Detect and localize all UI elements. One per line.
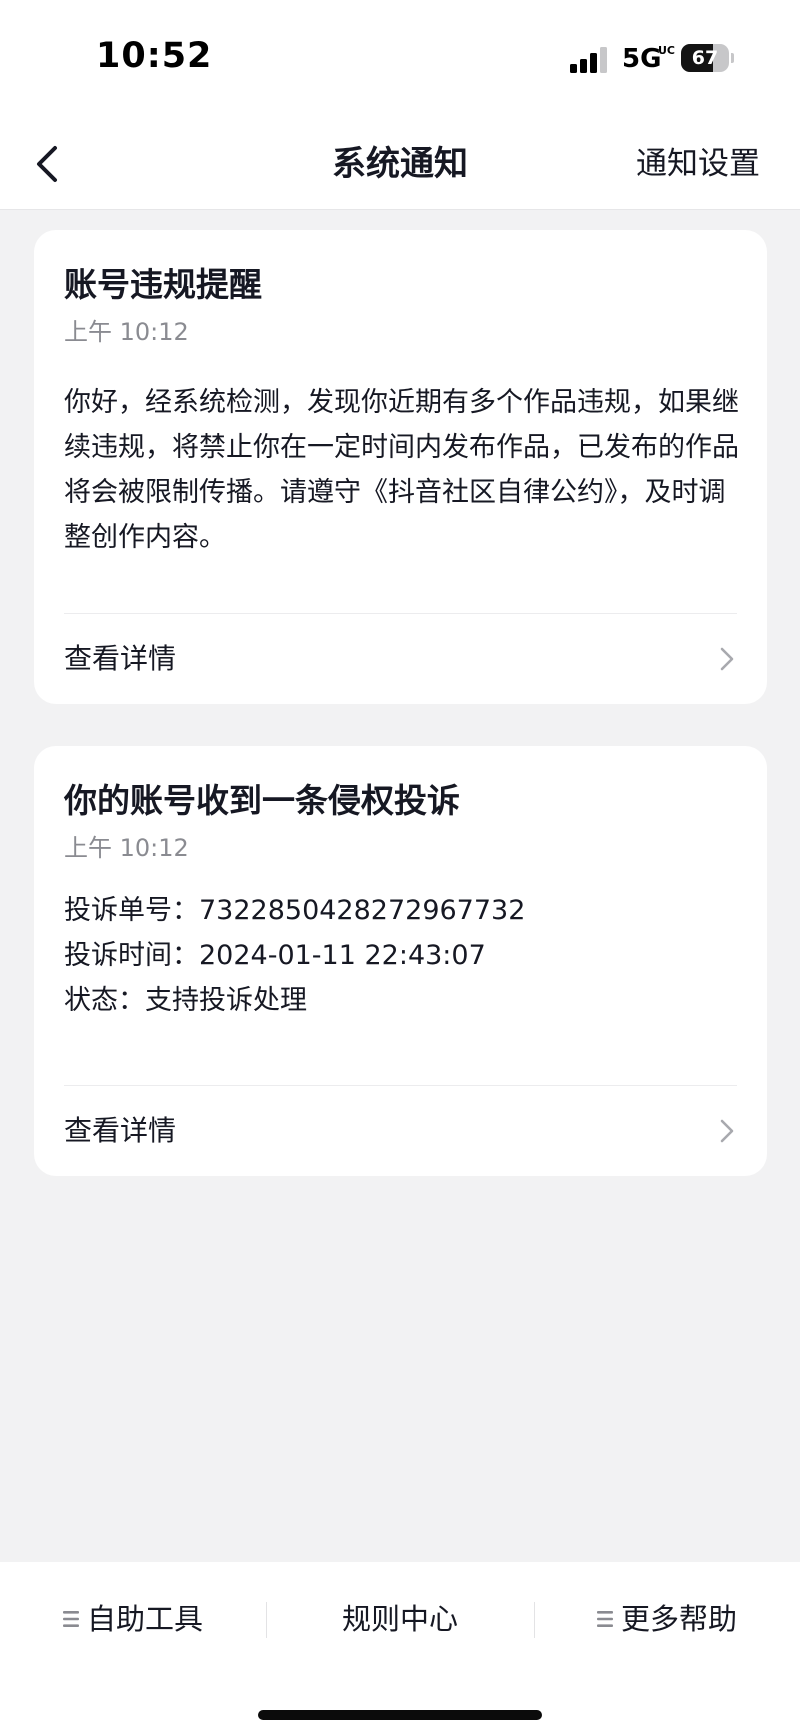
complaint-number: 投诉单号：7322850428272967732 — [64, 895, 526, 926]
complaint-time: 投诉时间：2024-01-11 22:43:07 — [64, 940, 486, 971]
chevron-right-icon — [720, 647, 734, 671]
view-details-label: 查看详情 — [64, 642, 177, 675]
self-service-tools-button[interactable]: 自助工具 — [0, 1584, 266, 1654]
bottom-item-label: 规则中心 — [341, 1602, 458, 1636]
nav-bar: 系统通知 通知设置 — [0, 118, 800, 210]
bottom-item-label: 更多帮助 — [620, 1602, 737, 1636]
battery-icon: 67 — [681, 44, 734, 72]
complaint-details: 投诉单号：7322850428272967732 投诉时间：2024-01-11… — [64, 888, 744, 1023]
battery-tip — [731, 53, 734, 63]
rules-center-button[interactable]: 规则中心 — [266, 1584, 534, 1654]
home-indicator[interactable] — [258, 1710, 542, 1720]
back-button[interactable] — [22, 136, 78, 192]
menu-icon — [62, 1611, 79, 1627]
complaint-status: 状态：支持投诉处理 — [64, 985, 307, 1016]
view-details-label: 查看详情 — [64, 1114, 177, 1147]
notification-time: 上午 10:12 — [64, 834, 189, 862]
battery-level: 67 — [691, 47, 719, 69]
menu-icon — [596, 1611, 613, 1627]
cellular-signal-icon — [570, 47, 607, 73]
notification-title: 你的账号收到一条侵权投诉 — [64, 781, 460, 820]
battery-body: 67 — [681, 44, 729, 72]
notification-card-complaint: 你的账号收到一条侵权投诉 上午 10:12 投诉单号：7322850428272… — [34, 746, 767, 1176]
chevron-right-icon — [720, 1119, 734, 1143]
status-time: 10:52 — [96, 36, 213, 76]
bottom-toolbar: 自助工具 规则中心 更多帮助 — [0, 1562, 800, 1734]
status-bar: 10:52 5G UC 67 — [0, 0, 800, 118]
chevron-left-icon — [37, 146, 57, 182]
view-details-button[interactable]: 查看详情 — [34, 1086, 767, 1176]
network-type: 5G — [622, 44, 662, 74]
view-details-button[interactable]: 查看详情 — [34, 614, 767, 704]
notification-card-violation: 账号违规提醒 上午 10:12 你好，经系统检测，发现你近期有多个作品违规，如果… — [34, 230, 767, 704]
notification-title: 账号违规提醒 — [64, 265, 262, 304]
notification-settings-button[interactable]: 通知设置 — [636, 118, 760, 210]
notification-time: 上午 10:12 — [64, 318, 189, 346]
notification-body: 你好，经系统检测，发现你近期有多个作品违规，如果继续违规，将禁止你在一定时间内发… — [64, 387, 739, 553]
network-sub-label: UC — [658, 44, 676, 57]
bottom-item-label: 自助工具 — [86, 1602, 203, 1636]
more-help-button[interactable]: 更多帮助 — [534, 1584, 800, 1654]
